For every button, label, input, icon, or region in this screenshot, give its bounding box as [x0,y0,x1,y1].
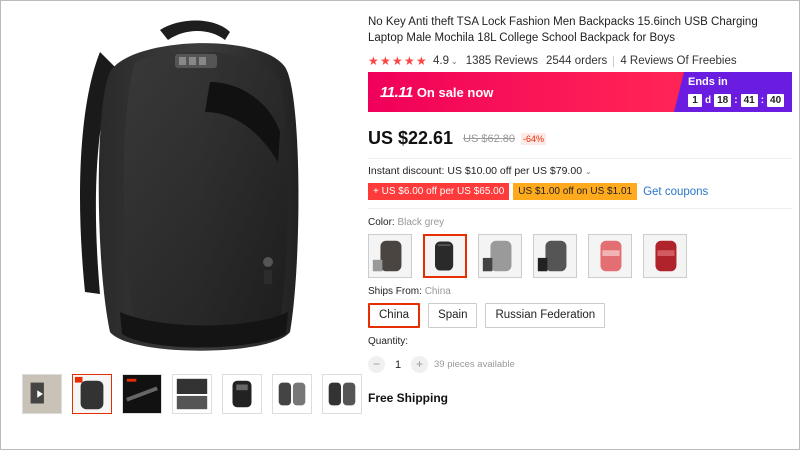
store-coupon[interactable]: + US $6.00 off per US $65.00 [368,183,510,200]
divider [368,158,792,159]
thumbnail-6[interactable] [272,374,312,414]
coupons-row: + US $6.00 off per US $65.00 US $1.00 of… [368,183,792,200]
star-rating: ★ ★ ★ ★ ★ [368,53,427,68]
thumbnail-5[interactable] [222,374,262,414]
color-selected: Black grey [397,217,445,228]
divider [368,208,792,209]
rating-value[interactable]: 4.9 [433,55,449,67]
main-product-image[interactable] [40,12,340,362]
countdown-label: Ends in [688,76,728,88]
sale-banner: 11.11 On sale now Ends in 1 d 18 : 41 : … [368,72,792,112]
quantity-decrease-button[interactable]: − [368,356,385,373]
color-swatch-red[interactable] [643,234,687,278]
ships-from-russian-federation[interactable]: Russian Federation [485,303,606,328]
color-swatch-charcoal[interactable] [533,234,577,278]
select-coupon[interactable]: US $1.00 off on US $1.01 [513,183,638,200]
ships-from-spain[interactable]: Spain [428,303,478,328]
rating-row: ★ ★ ★ ★ ★ 4.9 ⌄ 1385 Reviews 2544 orders… [368,53,792,68]
thumbnail-3[interactable] [122,374,162,414]
orders-count: 2544 orders [545,55,608,67]
countdown-days-label: d [705,95,712,106]
quantity-input[interactable]: 1 [385,359,411,371]
free-shipping: Free Shipping [368,391,449,405]
quantity-increase-button[interactable]: + [411,356,428,373]
star-icon: ★ [392,53,403,68]
original-price: US $62.80 [463,132,516,145]
star-icon: ★ [380,53,391,68]
quantity-available: 39 pieces available [434,359,515,370]
discount-badge: -64% [521,132,547,145]
quantity-label: Quantity: [368,336,409,347]
instant-discount-text: Instant discount: US $10.00 off per US $… [368,165,583,177]
thumbnail-7[interactable] [322,374,362,414]
thumbnail-4[interactable] [172,374,212,414]
color-label: Color: [368,217,395,228]
thumbnail-strip [22,374,362,414]
divider [613,55,615,67]
reviews-link[interactable]: 1385 Reviews [466,55,538,67]
countdown: Ends in 1 d 18 : 41 : 40 [674,72,792,112]
sale-brand: 11.11 [380,83,413,101]
star-icon: ★ [404,53,415,68]
countdown-colon: : [734,95,738,106]
price-row: US $22.61 US $62.80 -64% [368,128,792,149]
chevron-down-icon[interactable]: ⌄ [451,57,458,66]
chevron-down-icon[interactable]: ⌄ [585,167,592,176]
countdown-colon: : [760,95,765,106]
product-info: No Key Anti theft TSA Lock Fashion Men B… [368,14,792,405]
color-swatch-dark-brown-grey[interactable] [368,234,412,278]
product-title: No Key Anti theft TSA Lock Fashion Men B… [368,16,758,44]
quantity-stepper: − 1 + 39 pieces available [368,356,792,373]
countdown-days: 1 [688,94,702,107]
current-price: US $22.61 [368,128,454,148]
sale-label: On sale now [416,84,494,100]
color-label-row: Color: Black grey [368,217,792,228]
freebies-reviews-link[interactable]: 4 Reviews Of Freebies [620,55,736,67]
star-icon: ★ [368,53,379,68]
color-swatches [368,234,792,278]
get-coupons-link[interactable]: Get coupons [643,186,708,198]
thumbnail-1[interactable] [22,374,62,414]
ships-from-options: China Spain Russian Federation [368,303,792,328]
countdown-hours: 18 [714,94,732,107]
ships-from-china[interactable]: China [368,303,421,328]
ships-from-label: Ships From: [368,286,422,297]
instant-discount[interactable]: Instant discount: US $10.00 off per US $… [368,165,792,177]
countdown-minutes: 41 [740,94,758,107]
ships-from-selected: China [424,286,451,297]
color-swatch-light-grey[interactable] [478,234,522,278]
color-swatch-pink[interactable] [588,234,632,278]
star-icon: ★ [416,53,427,68]
ships-from-label-row: Ships From: China [368,286,792,297]
thumbnail-2[interactable] [72,374,112,414]
countdown-seconds: 40 [767,94,785,107]
color-swatch-black-grey[interactable] [423,234,467,278]
